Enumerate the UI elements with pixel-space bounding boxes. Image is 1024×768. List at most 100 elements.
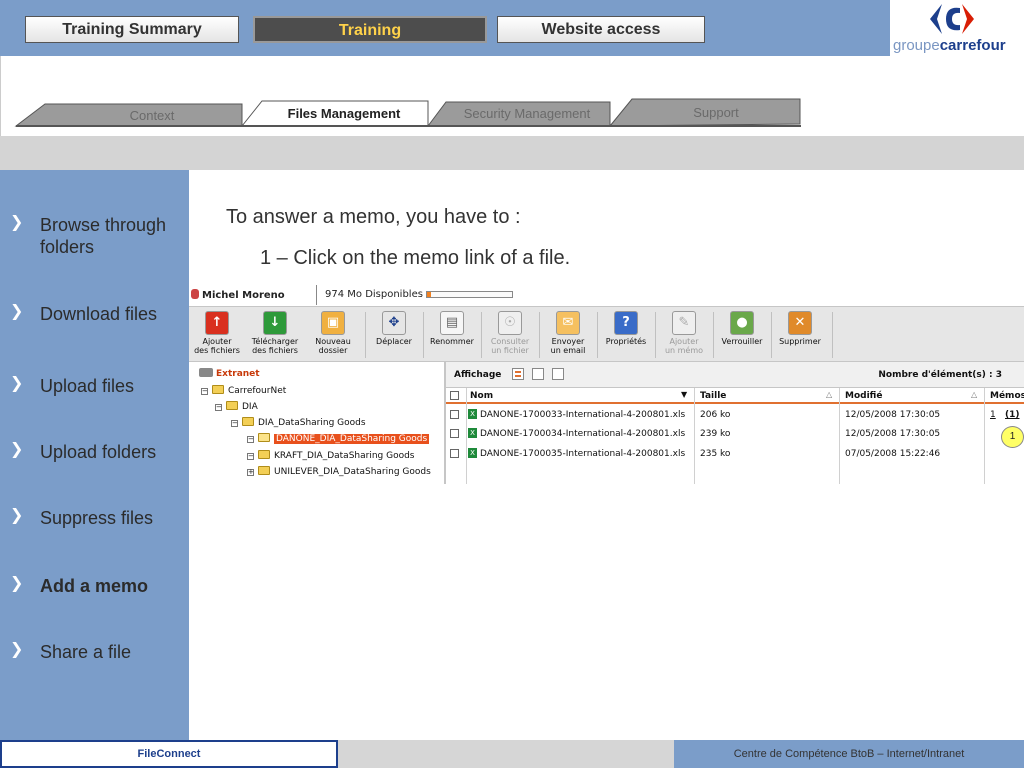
lock-icon: ●	[730, 311, 754, 335]
delete-button[interactable]: ✕ Supprimer	[774, 311, 826, 346]
footer-left: FileConnect	[0, 740, 338, 768]
chevron-right-icon: ❯	[10, 507, 24, 524]
nav-browse-folders[interactable]: ❯ Browse through folders	[10, 212, 180, 278]
grey-band	[0, 136, 1024, 170]
file-name[interactable]: DANONE-1700034-International-4-200801.xl…	[480, 429, 685, 439]
tree-node-danone[interactable]: − DANONE_DIA_DataSharing Goods	[247, 433, 430, 444]
properties-button[interactable]: ? Propriétés	[600, 311, 652, 346]
file-size: 235 ko	[700, 449, 731, 459]
app-toolbar: ↑ Ajouter des fichiers ↓ Télécharger des f…	[189, 306, 1024, 362]
carrefour-logo-icon	[930, 4, 974, 34]
move-icon: ✥	[382, 311, 406, 335]
subtab-context[interactable]: Context	[100, 108, 204, 123]
column-nom[interactable]: Nom	[470, 391, 493, 401]
add-memo-button[interactable]: ✎ Ajouter un mémo	[658, 311, 710, 355]
sort-down-icon[interactable]: ▼	[681, 390, 687, 399]
send-email-button[interactable]: ✉ Envoyer un email	[542, 311, 594, 355]
sort-up-icon[interactable]: △	[826, 390, 832, 399]
nav-label: Upload files	[40, 376, 135, 396]
column-taille[interactable]: Taille	[700, 391, 726, 401]
chevron-right-icon: ❯	[10, 375, 24, 392]
tree-node-unilever[interactable]: + UNILEVER_DIA_DataSharing Goods	[247, 466, 431, 477]
download-icon: ↓	[263, 311, 287, 335]
file-name[interactable]: DANONE-1700033-International-4-200801.xl…	[480, 410, 685, 420]
list-view-icon[interactable]	[512, 368, 524, 380]
logo-wordmark: groupecarrefour	[893, 37, 1006, 54]
excel-file-icon: X	[468, 448, 477, 458]
add-files-button[interactable]: ↑ Ajouter des fichiers	[191, 311, 243, 355]
nav-add-memo[interactable]: ❯ Add a memo	[10, 573, 180, 619]
new-folder-button[interactable]: ▣ Nouveau dossier	[307, 311, 359, 355]
columns-view-icon[interactable]	[532, 368, 544, 380]
subnav-baseline	[16, 125, 801, 127]
expand-toggle-icon[interactable]: +	[247, 469, 254, 476]
nav-suppress-files[interactable]: ❯ Suppress files	[10, 505, 180, 551]
toolbar-divider	[365, 312, 366, 358]
nav-label: Download files	[40, 304, 158, 324]
tree-node-dia[interactable]: − DIA	[215, 401, 258, 412]
item-count: Nombre d'élément(s) : 3	[878, 370, 1002, 380]
move-button[interactable]: ✥ Déplacer	[368, 311, 420, 346]
file-grid: Affichage Nombre d'élément(s) : 3 Nom ▼ …	[444, 362, 1024, 484]
nav-share-file[interactable]: ❯ Share a file	[10, 639, 180, 665]
step-callout: 1	[1001, 426, 1024, 448]
collapse-toggle-icon[interactable]: −	[247, 436, 254, 443]
subtab-support[interactable]: Support	[640, 105, 792, 120]
memo-link[interactable]: 1	[990, 410, 996, 420]
toolbar-divider	[423, 312, 424, 358]
tree-root[interactable]: Extranet	[199, 368, 260, 379]
tree-node-dia-datasharing[interactable]: − DIA_DataSharing Goods	[231, 417, 366, 428]
toolbar-divider	[713, 312, 714, 358]
file-name[interactable]: DANONE-1700035-International-4-200801.xl…	[480, 449, 685, 459]
toolbar-divider	[481, 312, 482, 358]
subtab-files-management[interactable]: Files Management	[262, 106, 426, 121]
nav-upload-files[interactable]: ❯ Upload files	[10, 373, 180, 399]
folder-icon	[212, 385, 224, 394]
download-files-button[interactable]: ↓ Télécharger des fichiers	[249, 311, 301, 355]
row-checkbox[interactable]	[450, 449, 459, 458]
nav-label: Add a memo	[40, 576, 149, 596]
collapse-toggle-icon[interactable]: −	[247, 453, 254, 460]
thumbnails-view-icon[interactable]	[552, 368, 564, 380]
table-row[interactable]: X DANONE-1700035-International-4-200801.…	[446, 445, 1024, 463]
tree-node-kraft[interactable]: − KRAFT_DIA_DataSharing Goods	[247, 450, 415, 461]
excel-file-icon: X	[468, 428, 477, 438]
quota-text: 974 Mo Disponibles	[325, 289, 423, 300]
properties-icon: ?	[614, 311, 638, 335]
collapse-toggle-icon[interactable]: −	[231, 420, 238, 427]
tab-training[interactable]: Training	[253, 16, 487, 43]
grid-toolbar: Affichage Nombre d'élément(s) : 3	[446, 362, 1024, 388]
nav-download-files[interactable]: ❯ Download files	[10, 301, 180, 347]
sort-up-icon[interactable]: △	[971, 390, 977, 399]
delete-icon: ✕	[788, 311, 812, 335]
collapse-toggle-icon[interactable]: −	[201, 388, 208, 395]
new-folder-icon: ▣	[321, 311, 345, 335]
subtab-security-management[interactable]: Security Management	[446, 106, 608, 121]
select-all-checkbox[interactable]	[450, 391, 459, 400]
new-memo-link[interactable]: (1)	[1005, 410, 1020, 420]
view-label: Affichage	[454, 370, 502, 380]
open-folder-icon	[258, 433, 270, 442]
column-memos[interactable]: Mémos	[990, 391, 1024, 401]
lock-button[interactable]: ● Verrouiller	[716, 311, 768, 346]
column-modifie[interactable]: Modifié	[845, 391, 882, 401]
row-checkbox[interactable]	[450, 429, 459, 438]
view-file-button[interactable]: ☉ Consulter un fichier	[484, 311, 536, 355]
excel-file-icon: X	[468, 409, 477, 419]
chevron-right-icon: ❯	[10, 575, 24, 592]
collapse-toggle-icon[interactable]: −	[215, 404, 222, 411]
rename-button[interactable]: ▤ Renommer	[426, 311, 478, 346]
table-row[interactable]: X DANONE-1700034-International-4-200801.…	[446, 425, 1024, 443]
nav-upload-folders[interactable]: ❯ Upload folders	[10, 439, 180, 485]
tab-website-access[interactable]: Website access	[497, 16, 705, 43]
nav-label: Browse through folders	[40, 215, 167, 257]
folder-icon	[226, 401, 238, 410]
toolbar-divider	[832, 312, 833, 358]
table-row[interactable]: X DANONE-1700033-International-4-200801.…	[446, 406, 1024, 424]
row-checkbox[interactable]	[450, 410, 459, 419]
toolbar-divider	[539, 312, 540, 358]
instruction-step: 1 – Click on the memo link of a file.	[260, 247, 571, 269]
folder-icon	[258, 466, 270, 475]
tree-node-carrefournet[interactable]: − CarrefourNet	[201, 385, 286, 396]
tab-training-summary[interactable]: Training Summary	[25, 16, 239, 43]
